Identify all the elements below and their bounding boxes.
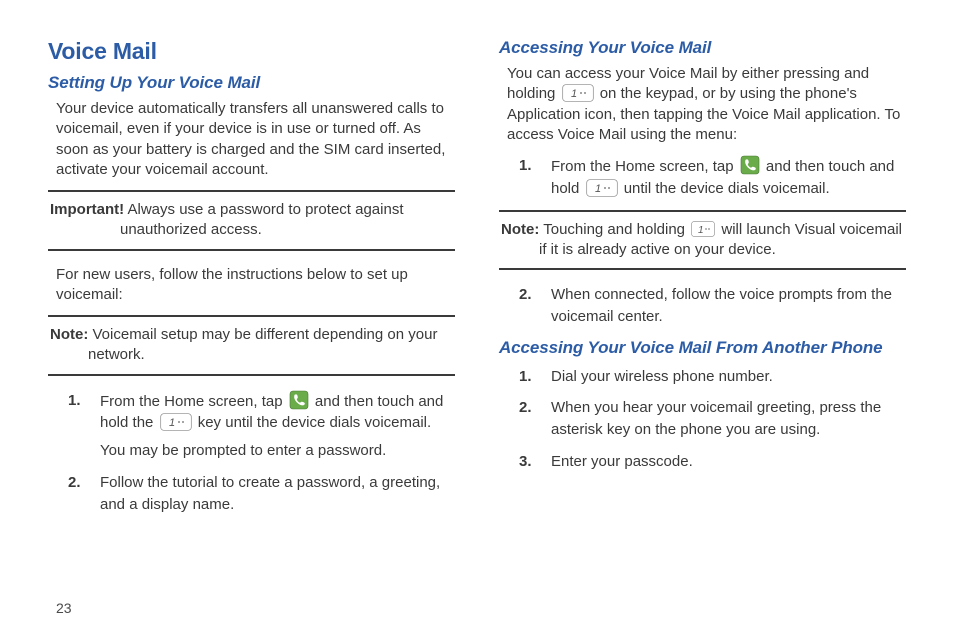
step-text: key until the device dials voicemail. <box>194 414 432 431</box>
note-label: Note: <box>50 326 88 343</box>
list-item: 2. When connected, follow the voice prom… <box>519 284 906 328</box>
note-text: will launch Visual voicemail <box>717 221 902 238</box>
step-text: When connected, follow the voice prompts… <box>551 286 892 325</box>
note-text: Touching and holding <box>539 221 689 238</box>
subsection-title-setup: Setting Up Your Voice Mail <box>48 73 455 93</box>
list-item: 2. Follow the tutorial to create a passw… <box>68 472 455 516</box>
paragraph: Your device automatically transfers all … <box>56 99 455 180</box>
subsection-title-access: Accessing Your Voice Mail <box>499 38 906 58</box>
step-number: 1. <box>519 155 532 177</box>
page-columns: Voice Mail Setting Up Your Voice Mail Yo… <box>48 38 906 525</box>
keypad-1-icon <box>691 221 715 237</box>
step-number: 2. <box>519 284 532 306</box>
access-steps-cont: 2. When connected, follow the voice prom… <box>519 284 906 328</box>
note-text-line1: Voicemail setup may be different dependi… <box>88 326 437 343</box>
keypad-1-icon <box>586 179 618 197</box>
step-number: 1. <box>68 390 81 412</box>
list-item: 1. From the Home screen, tap and then to… <box>519 155 906 200</box>
list-item: 1. From the Home screen, tap and then to… <box>68 390 455 462</box>
important-text-line1: Always use a password to protect against <box>124 201 403 218</box>
page-number: 23 <box>56 600 72 616</box>
note-callout: Note: Touching and holding will launch V… <box>499 210 906 271</box>
step-text: until the device dials voicemail. <box>620 180 830 197</box>
list-item: 3. Enter your passcode. <box>519 451 906 473</box>
important-label: Important! <box>50 201 124 218</box>
subsection-title-remote: Accessing Your Voice Mail From Another P… <box>499 338 906 358</box>
phone-icon <box>289 390 309 410</box>
step-number: 2. <box>519 397 532 419</box>
step-text: When you hear your voicemail greeting, p… <box>551 399 881 438</box>
list-item: 1. Dial your wireless phone number. <box>519 366 906 388</box>
step-text: Follow the tutorial to create a password… <box>100 474 440 513</box>
step-extra-text: You may be prompted to enter a password. <box>100 440 455 462</box>
left-column: Voice Mail Setting Up Your Voice Mail Yo… <box>48 38 455 525</box>
step-text: From the Home screen, tap <box>100 393 287 410</box>
paragraph: You can access your Voice Mail by either… <box>507 64 906 145</box>
step-text: Dial your wireless phone number. <box>551 368 773 385</box>
step-number: 1. <box>519 366 532 388</box>
section-title: Voice Mail <box>48 38 455 65</box>
note-text-line2: network. <box>50 345 453 365</box>
keypad-1-icon <box>160 413 192 431</box>
phone-icon <box>740 155 760 175</box>
step-text: From the Home screen, tap <box>551 158 738 175</box>
note-callout: Note: Voicemail setup may be different d… <box>48 315 455 376</box>
keypad-1-icon <box>562 84 594 102</box>
note-label: Note: <box>501 221 539 238</box>
setup-steps: 1. From the Home screen, tap and then to… <box>68 390 455 516</box>
list-item: 2. When you hear your voicemail greeting… <box>519 397 906 441</box>
step-number: 2. <box>68 472 81 494</box>
right-column: Accessing Your Voice Mail You can access… <box>499 38 906 525</box>
step-number: 3. <box>519 451 532 473</box>
remote-steps: 1. Dial your wireless phone number. 2. W… <box>519 366 906 473</box>
note-text-line2: if it is already active on your device. <box>501 240 904 260</box>
paragraph: For new users, follow the instructions b… <box>56 265 455 306</box>
step-text: Enter your passcode. <box>551 453 693 470</box>
access-steps: 1. From the Home screen, tap and then to… <box>519 155 906 200</box>
important-callout: Important! Always use a password to prot… <box>48 190 455 251</box>
important-text-line2: unauthorized access. <box>50 220 453 240</box>
